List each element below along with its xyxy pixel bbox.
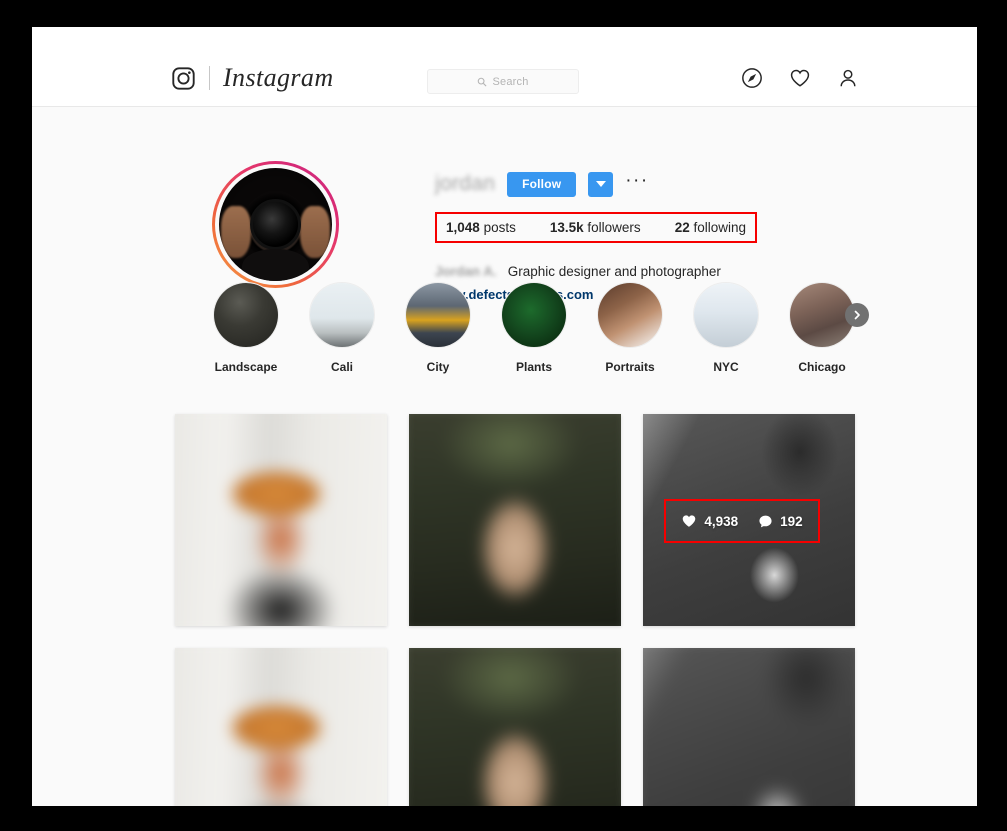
comment-count-group: 192 [758, 514, 803, 529]
photo-grid-row [175, 648, 855, 806]
stat-posts[interactable]: 1,048 posts [446, 220, 516, 235]
like-count: 4,938 [704, 513, 739, 529]
avatar[interactable] [212, 161, 339, 288]
profile-bio-text: Graphic designer and photographer [507, 264, 721, 279]
highlight-thumb-image [694, 283, 758, 347]
browser-viewport: Instagram Search jordan Follow ··· 1,048… [32, 27, 977, 806]
highlight-nyc[interactable]: NYC [690, 282, 762, 374]
profile-stats-highlight-box: 1,048 posts 13.5k followers 22 following [435, 212, 758, 243]
search-icon [478, 77, 487, 87]
avatar-ring-inner [215, 164, 336, 285]
activity-heart-icon[interactable] [789, 67, 811, 89]
instagram-wordmark: Instagram [223, 63, 334, 92]
photo-cell-3[interactable]: 4,938 192 [643, 414, 855, 626]
brand-logo[interactable]: Instagram [171, 63, 334, 93]
explore-compass-icon[interactable] [741, 67, 763, 89]
highlight-cali[interactable]: Cali [306, 282, 378, 374]
stat-following-label: following [693, 220, 747, 235]
stat-following[interactable]: 22 following [675, 220, 746, 235]
search-input[interactable]: Search [427, 69, 579, 94]
stat-followers-label: followers [587, 220, 641, 235]
highlight-thumb [693, 282, 759, 348]
photo-grid-row: 4,938 192 [175, 414, 855, 626]
avatar-camera-lens [249, 198, 302, 251]
instagram-camera-icon [172, 66, 195, 90]
heart-filled-icon [683, 515, 696, 527]
photo-engagement-highlight-box: 4,938 192 [664, 499, 820, 543]
photo-cell-1[interactable] [175, 414, 387, 626]
stat-followers[interactable]: 13.5k followers [550, 220, 641, 235]
avatar-camera-body [241, 249, 310, 281]
highlight-thumb [501, 282, 567, 348]
story-highlights-row: Landscape Cali City Plants Portraits NYC… [32, 282, 977, 392]
avatar-hand-right [300, 206, 330, 259]
stat-followers-value: 13.5k [549, 220, 584, 235]
chevron-down-icon [595, 181, 606, 187]
highlight-thumb-image [310, 283, 374, 347]
highlight-thumb [405, 282, 471, 348]
more-options-button[interactable]: ··· [625, 171, 648, 193]
top-navigation-bar: Instagram Search [32, 27, 977, 107]
highlight-thumb-image [214, 283, 278, 347]
highlight-chicago[interactable]: Chicago [786, 282, 858, 374]
photo-image-foliage-portrait [409, 648, 621, 806]
search-placeholder: Search [492, 75, 529, 88]
highlight-label: Plants [515, 360, 552, 374]
stat-following-value: 22 [674, 220, 690, 235]
highlight-plants[interactable]: Plants [498, 282, 570, 374]
highlight-label: Landscape [214, 360, 278, 374]
brand-divider [209, 66, 210, 90]
stat-posts-value: 1,048 [446, 220, 480, 235]
profile-bio-row: Jordan A. Graphic designer and photograp… [435, 264, 721, 279]
profile-real-name: Jordan A. [435, 264, 497, 279]
comment-count: 192 [780, 513, 803, 529]
highlight-label: Chicago [798, 360, 846, 374]
stat-posts-label: posts [483, 220, 516, 235]
photo-image-street-sitting [643, 648, 855, 806]
profile-person-icon[interactable] [837, 67, 859, 89]
highlight-portraits[interactable]: Portraits [594, 282, 666, 374]
highlight-thumb-image [406, 283, 470, 347]
highlight-thumb [309, 282, 375, 348]
highlight-label: NYC [713, 360, 739, 374]
screenshot-frame: Instagram Search jordan Follow ··· 1,048… [0, 0, 1007, 831]
photo-grid: 4,938 192 [175, 414, 855, 806]
comment-filled-icon [759, 515, 772, 527]
highlight-label: City [426, 360, 450, 374]
highlights-next-button[interactable] [845, 303, 869, 327]
profile-meta: jordan Follow ··· 1,048 posts 13.5k foll… [435, 169, 905, 302]
highlight-thumb [597, 282, 663, 348]
highlight-city[interactable]: City [402, 282, 474, 374]
photo-image-foliage-portrait [409, 414, 621, 626]
follow-options-dropdown-button[interactable] [588, 171, 614, 197]
photo-image-hat-portrait [175, 414, 387, 626]
nav-icon-group [741, 67, 859, 89]
username-row: jordan Follow ··· [435, 169, 905, 199]
like-count-group: 4,938 [681, 513, 738, 529]
avatar-hand-left [221, 206, 251, 259]
highlight-thumb [213, 282, 279, 348]
photo-cell-6[interactable] [643, 648, 855, 806]
photo-image-hat-portrait [175, 648, 387, 806]
highlight-thumb-image [502, 283, 566, 347]
photo-cell-5[interactable] [409, 648, 621, 806]
avatar-photo-camera [219, 168, 332, 281]
highlight-label: Cali [330, 360, 353, 374]
highlight-label: Portraits [605, 360, 655, 374]
chevron-right-icon [854, 310, 860, 320]
photo-cell-4[interactable] [175, 648, 387, 806]
highlight-landscape[interactable]: Landscape [210, 282, 282, 374]
photo-cell-2[interactable] [409, 414, 621, 626]
profile-username: jordan [435, 172, 496, 195]
follow-button[interactable]: Follow [507, 171, 577, 197]
highlight-thumb-image [598, 283, 662, 347]
